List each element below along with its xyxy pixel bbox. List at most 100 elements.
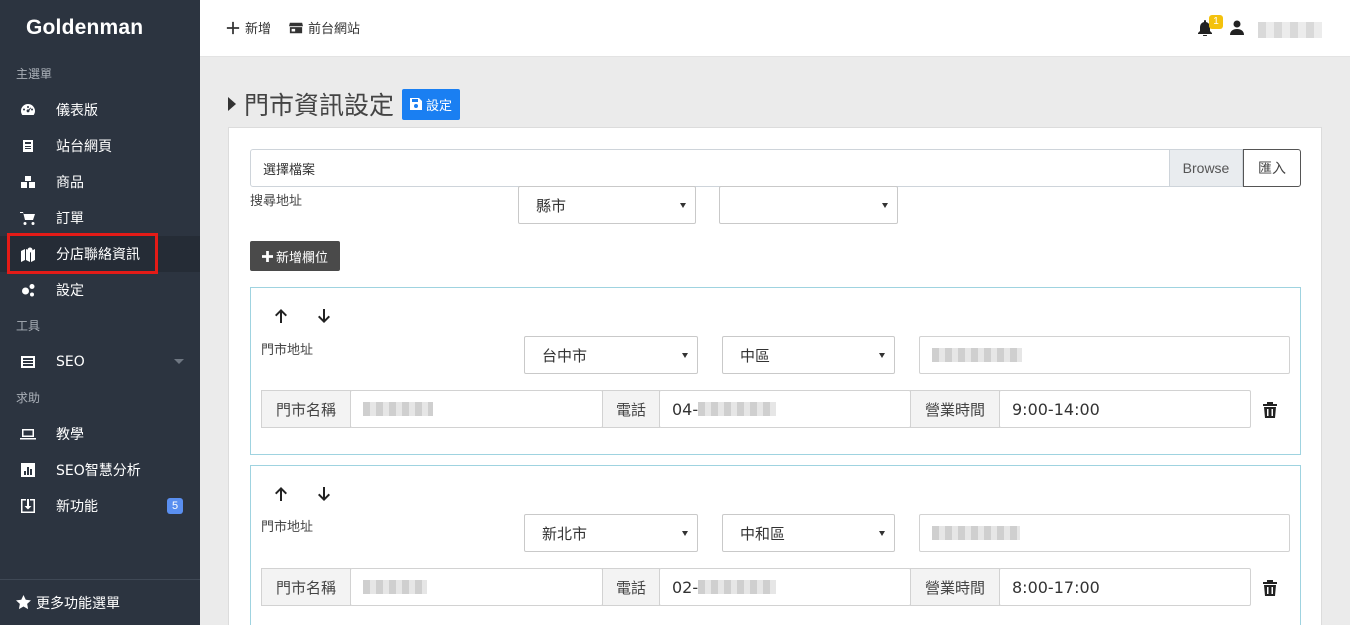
store-block: 門市地址 台中市 中區 門市名稱 電話 04- 營業時間 9:00-14:00 <box>250 287 1301 455</box>
store-city-select[interactable]: 台中市 <box>524 336 698 374</box>
sidebar-item-tutorial[interactable]: 教學 <box>0 416 200 452</box>
page-title: 門市資訊設定 <box>244 91 395 120</box>
file-input[interactable]: 選擇檔案 Browse <box>250 149 1244 187</box>
phone-input[interactable]: 02- <box>659 568 911 606</box>
add-field-button[interactable]: 新增欄位 <box>250 241 340 271</box>
add-new-label: 新增 <box>245 22 272 37</box>
phone-label: 電話 <box>602 568 660 606</box>
more-menu-label: 更多功能選單 <box>36 595 120 612</box>
more-menu-button[interactable]: 更多功能選單 <box>0 579 200 625</box>
store-name-label: 門市名稱 <box>261 390 351 428</box>
sidebar-item-seo[interactable]: SEO <box>0 344 200 380</box>
arrow-down-icon[interactable] <box>316 486 332 506</box>
boxes-icon <box>20 174 36 190</box>
add-field-label: 新增欄位 <box>275 250 328 266</box>
sidebar-item-label: 商品 <box>56 175 84 191</box>
dashboard-icon <box>20 102 36 118</box>
store-name-input[interactable] <box>350 568 603 606</box>
sidebar-item-products[interactable]: 商品 <box>0 164 200 200</box>
sidebar-item-settings[interactable]: 設定 <box>0 272 200 308</box>
store-address-label: 門市地址 <box>261 343 314 358</box>
blurred-phone <box>698 402 777 416</box>
sidebar-item-orders[interactable]: 訂單 <box>0 200 200 236</box>
phone-prefix: 04- <box>672 399 699 419</box>
notification-badge: 1 <box>1209 15 1223 29</box>
city-select[interactable]: 縣市 <box>518 186 696 224</box>
page-header: 門市資訊設定 設定 <box>228 86 461 122</box>
blurred-address <box>932 526 1020 540</box>
star-icon <box>16 595 31 610</box>
sidebar-item-label: 教學 <box>56 427 84 443</box>
business-hours-input[interactable]: 8:00-17:00 <box>999 568 1251 606</box>
store-district-select[interactable]: 中區 <box>722 336 895 374</box>
save-label: 設定 <box>426 98 453 114</box>
user-name-blurred[interactable] <box>1258 22 1322 38</box>
section-label-tools: 工具 <box>16 319 41 333</box>
trash-icon[interactable] <box>1263 580 1277 600</box>
business-hours-label: 營業時間 <box>910 568 1000 606</box>
page-icon <box>20 138 36 154</box>
brand-logo[interactable]: Goldenman <box>0 0 200 56</box>
store-name-input[interactable] <box>350 390 603 428</box>
phone-label: 電話 <box>602 390 660 428</box>
sidebar: Goldenman 主選單 儀表版 站台網頁 商品 訂單 分店聯絡資訊 設定 工… <box>0 0 200 625</box>
sidebar-item-label: 分店聯絡資訊 <box>56 247 140 263</box>
sidebar-item-label: 儀表版 <box>56 103 98 119</box>
save-button[interactable]: 設定 <box>402 88 461 120</box>
district-select[interactable] <box>719 186 898 224</box>
business-hours-label: 營業時間 <box>910 390 1000 428</box>
sidebar-item-label: 設定 <box>56 283 84 299</box>
save-icon <box>410 98 423 110</box>
sidebar-item-label: 新功能 <box>56 499 98 515</box>
chevron-down-icon[interactable] <box>174 359 184 364</box>
section-label-main: 主選單 <box>16 67 53 81</box>
store-name-label: 門市名稱 <box>261 568 351 606</box>
sidebar-item-dashboard[interactable]: 儀表版 <box>0 92 200 128</box>
store-address-input[interactable] <box>919 336 1290 374</box>
phone-input[interactable]: 04- <box>659 390 911 428</box>
arrow-up-icon[interactable] <box>273 486 289 506</box>
sidebar-item-label: 訂單 <box>56 211 84 227</box>
store-icon <box>289 22 303 33</box>
sidebar-item-seo-analytics[interactable]: SEO智慧分析 <box>0 452 200 488</box>
sidebar-item-pages[interactable]: 站台網頁 <box>0 128 200 164</box>
add-new-link[interactable]: 新增 <box>226 18 271 37</box>
list-icon <box>20 354 36 370</box>
arrow-down-icon[interactable] <box>316 308 332 328</box>
section-label-help: 求助 <box>16 391 41 405</box>
trash-icon[interactable] <box>1263 402 1277 422</box>
sidebar-item-label: SEO <box>56 354 85 370</box>
store-address-input[interactable] <box>919 514 1290 552</box>
phone-prefix: 02- <box>672 577 699 597</box>
plus-icon <box>261 250 273 262</box>
map-icon <box>20 246 36 262</box>
gears-icon <box>20 282 36 298</box>
sidebar-item-label: SEO智慧分析 <box>56 463 141 479</box>
storefront-label: 前台網站 <box>308 22 361 37</box>
sidebar-item-branch-contacts[interactable]: 分店聯絡資訊 <box>0 236 200 272</box>
cart-icon <box>20 210 36 226</box>
search-address-label: 搜尋地址 <box>250 194 303 209</box>
plus-icon <box>226 21 240 34</box>
caret-right-icon <box>228 97 236 111</box>
blurred-name <box>363 580 427 594</box>
store-district-select[interactable]: 中和區 <box>722 514 895 552</box>
chart-icon <box>20 462 36 478</box>
store-settings-card: 選擇檔案 Browse 匯入 搜尋地址 縣市 新增欄位 門市地址 台中市 中區 … <box>228 127 1322 625</box>
store-city-select[interactable]: 新北市 <box>524 514 698 552</box>
new-features-badge: 5 <box>167 498 183 514</box>
storefront-link[interactable]: 前台網站 <box>289 18 360 37</box>
sidebar-item-new-features[interactable]: 新功能 5 <box>0 488 200 524</box>
sidebar-item-label: 站台網頁 <box>56 139 112 155</box>
blurred-phone <box>698 580 777 594</box>
user-icon[interactable] <box>1230 20 1244 39</box>
blurred-address <box>932 348 1022 362</box>
store-address-label: 門市地址 <box>261 520 314 535</box>
store-block: 門市地址 新北市 中和區 門市名稱 電話 02- 營業時間 8:00-17:00 <box>250 465 1301 625</box>
file-input-placeholder: 選擇檔案 <box>263 162 316 178</box>
arrow-up-icon[interactable] <box>273 308 289 328</box>
business-hours-input[interactable]: 9:00-14:00 <box>999 390 1251 428</box>
browse-button[interactable]: Browse <box>1169 149 1243 187</box>
import-button[interactable]: 匯入 <box>1243 149 1301 187</box>
blurred-name <box>363 402 433 416</box>
